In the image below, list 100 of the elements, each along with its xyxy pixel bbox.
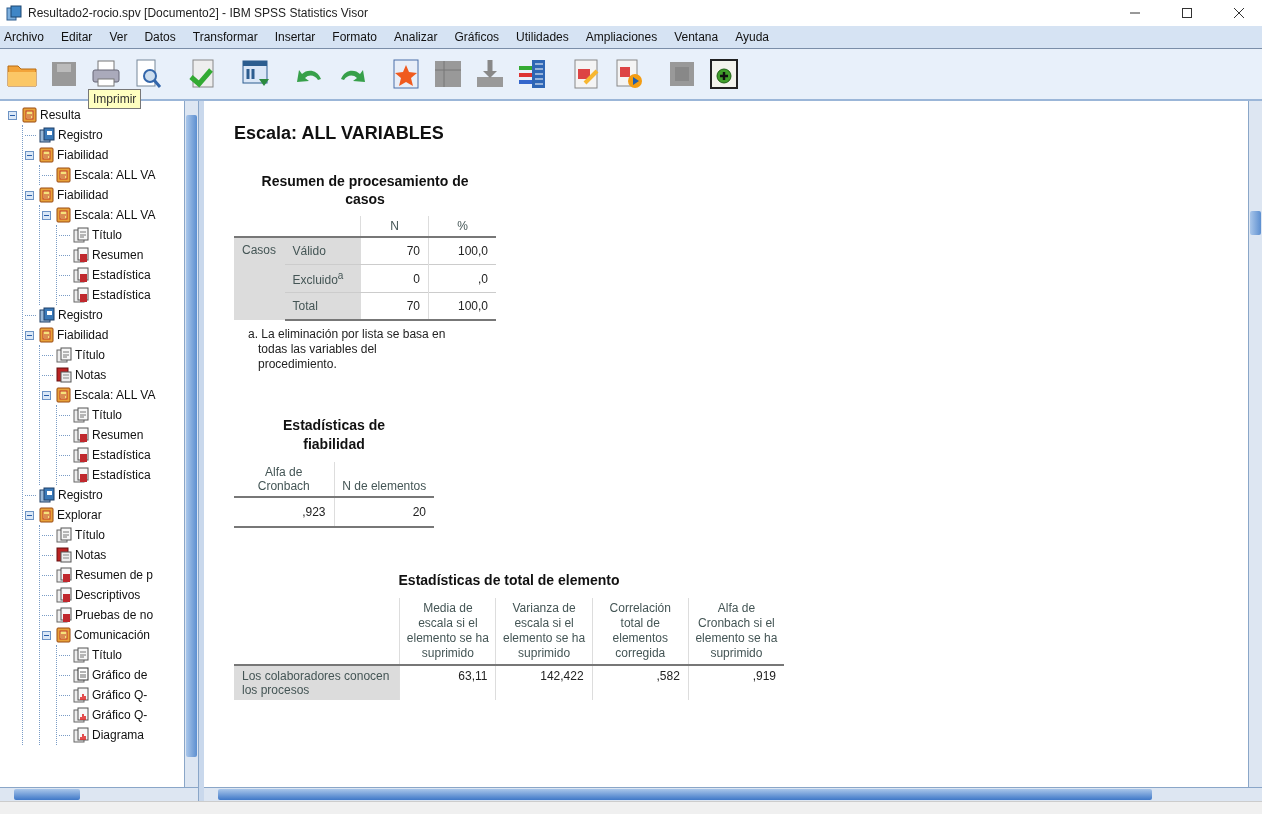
- table-document-icon: [56, 607, 72, 623]
- outline-item[interactable]: Estadística: [92, 288, 151, 302]
- collapse-icon[interactable]: [42, 630, 51, 640]
- outline-item[interactable]: Notas: [75, 548, 107, 562]
- column-header: Varianza de escala si el elemento se ha suprimido: [495, 598, 593, 665]
- outline-item[interactable]: Título: [75, 348, 105, 362]
- outline-item[interactable]: Gráfico de: [92, 668, 148, 682]
- book-icon: [56, 387, 71, 403]
- row-header: Total: [284, 292, 361, 320]
- table-document-icon: [73, 447, 89, 463]
- outline-item[interactable]: Escala: ALL VA: [74, 168, 156, 182]
- row-header: Los colaboradores conocen los procesos: [234, 665, 400, 700]
- menu-item[interactable]: Ver: [109, 30, 128, 44]
- horizontal-scrollbar[interactable]: [204, 787, 1262, 801]
- menu-item[interactable]: Utilidades: [516, 30, 569, 44]
- log-icon: [39, 127, 55, 143]
- row-header: Válido: [284, 237, 361, 265]
- outline-item[interactable]: Registro: [58, 308, 103, 322]
- menu-item[interactable]: Transformar: [192, 30, 258, 44]
- table-document-icon: [73, 287, 89, 303]
- close-icon[interactable]: [1233, 7, 1245, 19]
- menu-item[interactable]: Ventana: [674, 30, 719, 44]
- table-cell: 142,422: [495, 665, 593, 700]
- outline-item[interactable]: Resumen de p: [75, 568, 154, 582]
- outline-item[interactable]: Descriptivos: [75, 588, 141, 602]
- title-document-icon: [73, 647, 89, 663]
- book-icon: [22, 107, 37, 123]
- outline-item[interactable]: Resumen: [92, 248, 144, 262]
- outline-item[interactable]: Fiabilidad: [57, 148, 109, 162]
- book-icon: [56, 207, 71, 223]
- app-icon: [6, 5, 22, 21]
- outline-item[interactable]: Comunicación: [74, 628, 151, 642]
- collapse-icon[interactable]: [25, 510, 34, 520]
- menu-item[interactable]: Ayuda: [735, 30, 769, 44]
- book-icon: [56, 167, 71, 183]
- collapse-icon[interactable]: [8, 110, 17, 120]
- column-header: Alfa de Cronbach si el elemento se ha suprimido: [688, 598, 784, 665]
- horizontal-scrollbar[interactable]: [0, 787, 198, 801]
- outline-item[interactable]: Escala: ALL VA: [74, 388, 156, 402]
- table-document-icon: [73, 247, 89, 263]
- title-document-icon: [56, 527, 72, 543]
- output-heading: Escala: ALL VARIABLES: [234, 123, 445, 144]
- outline-item[interactable]: Gráfico Q-: [92, 688, 148, 702]
- vertical-scrollbar[interactable]: [184, 101, 198, 787]
- menu-item[interactable]: Analizar: [394, 30, 438, 44]
- collapse-icon[interactable]: [42, 390, 51, 400]
- collapse-icon[interactable]: [42, 210, 51, 220]
- outline-item[interactable]: Título: [92, 408, 122, 422]
- outline-item[interactable]: Título: [92, 648, 122, 662]
- menu-item[interactable]: Ampliaciones: [585, 30, 658, 44]
- outline-item[interactable]: Fiabilidad: [57, 328, 109, 342]
- outline-item[interactable]: Fiabilidad: [57, 188, 109, 202]
- bar-chart-document-icon: [73, 707, 89, 723]
- log-icon: [39, 487, 55, 503]
- book-icon: [39, 147, 54, 163]
- outline-item[interactable]: Resumen: [92, 428, 144, 442]
- menu-item[interactable]: Datos: [144, 30, 176, 44]
- book-icon: [56, 627, 71, 643]
- outline-item[interactable]: Título: [75, 528, 105, 542]
- collapse-icon[interactable]: [25, 190, 34, 200]
- outline-item[interactable]: Registro: [58, 128, 103, 142]
- menu-item[interactable]: Gráficos: [454, 30, 500, 44]
- column-header: N de elementos: [334, 462, 434, 497]
- table-document-icon: [73, 467, 89, 483]
- outline-item[interactable]: Pruebas de no: [75, 608, 154, 622]
- outline-item[interactable]: Estadística: [92, 268, 151, 282]
- table-cell: 100,0: [428, 237, 496, 265]
- column-header: Alfa de Cronbach: [234, 462, 334, 497]
- maximize-icon[interactable]: [1181, 7, 1193, 19]
- outline-item[interactable]: Resulta: [40, 108, 81, 122]
- column-header: N: [360, 216, 429, 237]
- table-footnote: a. La eliminación por lista se basa en todas las variables del procedimiento.: [248, 327, 447, 372]
- table-cell: ,923: [234, 497, 334, 527]
- menu-item[interactable]: Formato: [332, 30, 378, 44]
- outline-item[interactable]: Estadística: [92, 468, 151, 482]
- outline-item[interactable]: Título: [92, 228, 122, 242]
- collapse-icon[interactable]: [25, 150, 34, 160]
- vertical-scrollbar[interactable]: [1248, 101, 1262, 787]
- table-title: Estadísticas de total de elemento: [397, 572, 621, 588]
- outline-item[interactable]: Estadística: [92, 448, 151, 462]
- outline-item[interactable]: Gráfico Q-: [92, 708, 148, 722]
- row-group-header: Casos: [234, 237, 285, 320]
- collapse-icon[interactable]: [25, 330, 34, 340]
- outline-item[interactable]: Explorar: [57, 508, 102, 522]
- outline-item[interactable]: Diagrama: [92, 728, 145, 742]
- table-document-icon: [73, 427, 89, 443]
- menu-item[interactable]: Editar: [61, 30, 93, 44]
- outline-item[interactable]: Registro: [58, 488, 103, 502]
- outline-item[interactable]: Notas: [75, 368, 107, 382]
- bar-chart-document-icon: [73, 727, 89, 743]
- menu-item[interactable]: Archivo: [4, 30, 44, 44]
- book-icon: [39, 327, 54, 343]
- log-icon: [39, 307, 55, 323]
- window-title: Resultado2-rocio.spv [Documento2] - IBM SPSS Statistics Visor: [28, 6, 368, 20]
- table-document-icon: [56, 567, 72, 583]
- menu-item[interactable]: Insertar: [274, 30, 316, 44]
- table-title: Estadísticas de fiabilidad: [282, 416, 386, 454]
- row-header: Excluido$^{a}$: [284, 264, 361, 293]
- outline-item[interactable]: Escala: ALL VA: [74, 208, 156, 222]
- table-document-icon: [73, 267, 89, 283]
